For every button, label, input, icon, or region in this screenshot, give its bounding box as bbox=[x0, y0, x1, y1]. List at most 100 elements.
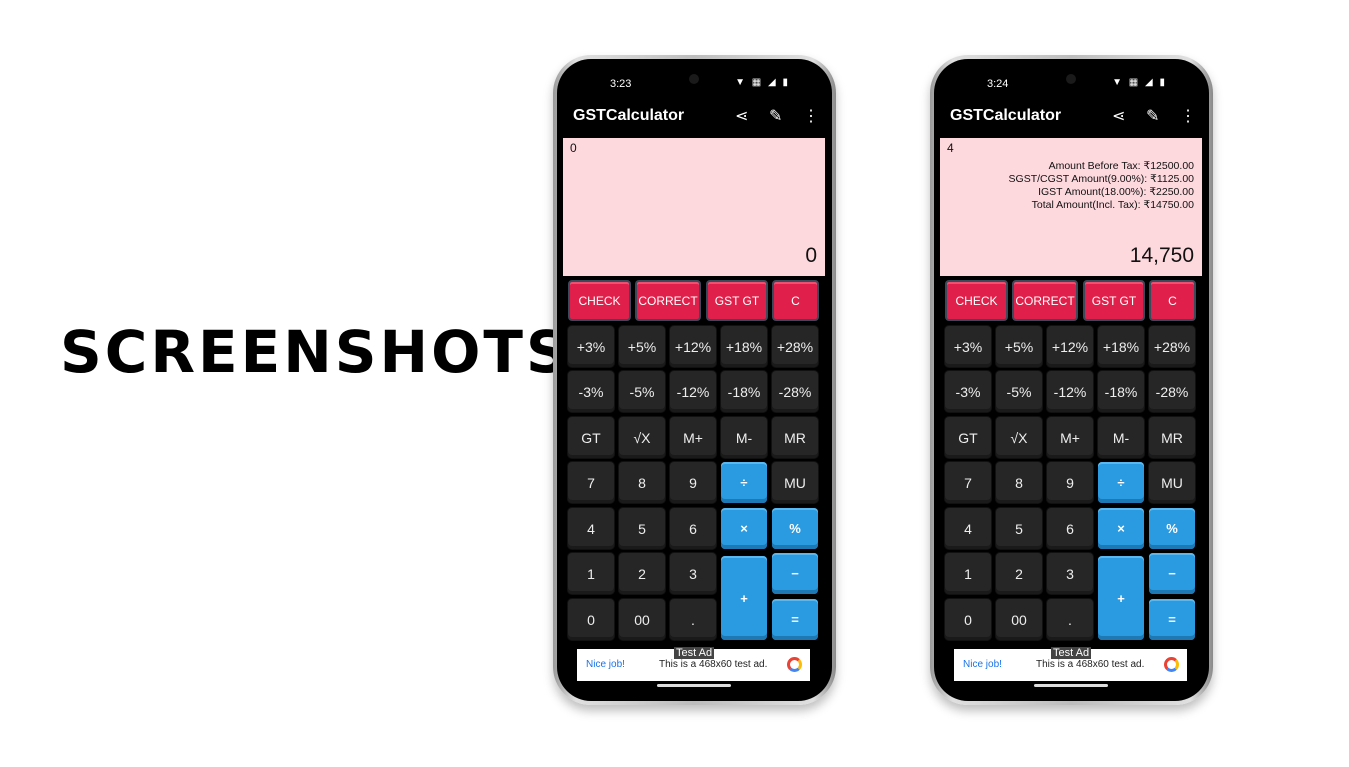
key-button[interactable]: 1 bbox=[568, 553, 614, 594]
key-button[interactable]: +12% bbox=[1047, 326, 1093, 367]
key-button[interactable]: 5 bbox=[619, 508, 665, 549]
app-screen: 3:23 ▼ ▦ ◢ ▮ GSTCalculator ⋖ ✎ ⋮ 0 0 CHECK CORREC… bbox=[562, 64, 826, 696]
button-correct[interactable]: CORRECT bbox=[1012, 280, 1078, 321]
test-ad-label: Test Ad bbox=[674, 647, 715, 659]
key-button[interactable]: 0 bbox=[945, 599, 991, 640]
app-title: GSTCalculator bbox=[950, 107, 1062, 124]
ad-nice-job[interactable]: Nice job! bbox=[586, 659, 625, 670]
calculator-display: 4 Amount Before Tax: ₹12500.00 SGST/CGST A… bbox=[940, 138, 1202, 276]
key-button[interactable]: × bbox=[1098, 508, 1144, 549]
key-button[interactable]: MR bbox=[772, 417, 818, 458]
key-button[interactable]: 3 bbox=[670, 553, 716, 594]
expression-text: 0 bbox=[570, 141, 577, 155]
key-button[interactable]: +3% bbox=[945, 326, 991, 367]
more-vert-icon[interactable]: ⋮ bbox=[1180, 106, 1196, 126]
key-button[interactable]: 5 bbox=[996, 508, 1042, 549]
key-button[interactable]: +12% bbox=[670, 326, 716, 367]
key-button[interactable]: -3% bbox=[568, 371, 614, 412]
home-indicator[interactable] bbox=[1034, 684, 1108, 687]
phone-frame: 3:23 ▼ ▦ ◢ ▮ GSTCalculator ⋖ ✎ ⋮ 0 0 CHECK CORREC… bbox=[553, 55, 836, 705]
status-icons: ▼ ▦ ◢ ▮ bbox=[735, 77, 790, 88]
button-c[interactable]: C bbox=[1149, 280, 1196, 321]
key-button[interactable]: 00 bbox=[619, 599, 665, 640]
key-button[interactable]: ÷ bbox=[1098, 462, 1144, 503]
button-gst-gt[interactable]: GST GT bbox=[706, 280, 768, 321]
feedback-icon[interactable]: ✎ bbox=[1146, 106, 1159, 126]
key-button[interactable]: 0 bbox=[568, 599, 614, 640]
ad-nice-job[interactable]: Nice job! bbox=[963, 659, 1002, 670]
share-icon[interactable]: ⋖ bbox=[735, 106, 748, 126]
key-button[interactable]: -18% bbox=[721, 371, 767, 412]
button-c[interactable]: C bbox=[772, 280, 819, 321]
key-button[interactable]: +3% bbox=[568, 326, 614, 367]
more-vert-icon[interactable]: ⋮ bbox=[803, 106, 819, 126]
key-button[interactable]: √X bbox=[619, 417, 665, 458]
key-button[interactable]: -28% bbox=[772, 371, 818, 412]
share-icon[interactable]: ⋖ bbox=[1112, 106, 1125, 126]
key-button[interactable]: 00 bbox=[996, 599, 1042, 640]
ad-logo-icon bbox=[787, 657, 802, 672]
button-gst-gt[interactable]: GST GT bbox=[1083, 280, 1145, 321]
button-check[interactable]: CHECK bbox=[945, 280, 1008, 321]
key-button[interactable]: 4 bbox=[568, 508, 614, 549]
key-button[interactable]: 6 bbox=[670, 508, 716, 549]
key-button[interactable]: M+ bbox=[1047, 417, 1093, 458]
key-button[interactable]: = bbox=[1149, 599, 1195, 640]
key-button[interactable]: 8 bbox=[619, 462, 665, 503]
key-button[interactable]: -5% bbox=[996, 371, 1042, 412]
key-button[interactable]: +18% bbox=[721, 326, 767, 367]
key-button[interactable]: +5% bbox=[619, 326, 665, 367]
key-button[interactable]: 4 bbox=[945, 508, 991, 549]
key-button[interactable]: 7 bbox=[568, 462, 614, 503]
key-button[interactable]: + bbox=[1098, 556, 1144, 640]
key-button[interactable]: 3 bbox=[1047, 553, 1093, 594]
key-button[interactable]: -12% bbox=[1047, 371, 1093, 412]
key-button[interactable]: 6 bbox=[1047, 508, 1093, 549]
key-button[interactable]: +28% bbox=[1149, 326, 1195, 367]
key-button[interactable]: 9 bbox=[670, 462, 716, 503]
screenshots-headline: SCREENSHOTS bbox=[60, 318, 571, 386]
key-button[interactable]: +5% bbox=[996, 326, 1042, 367]
key-button[interactable]: % bbox=[1149, 508, 1195, 549]
key-button[interactable]: 7 bbox=[945, 462, 991, 503]
home-indicator[interactable] bbox=[657, 684, 731, 687]
key-button[interactable]: M- bbox=[1098, 417, 1144, 458]
result-value: 14,750 bbox=[1129, 244, 1194, 267]
key-button[interactable]: 1 bbox=[945, 553, 991, 594]
key-button[interactable]: -3% bbox=[945, 371, 991, 412]
key-button[interactable]: 2 bbox=[996, 553, 1042, 594]
button-correct[interactable]: CORRECT bbox=[635, 280, 701, 321]
key-button[interactable]: GT bbox=[568, 417, 614, 458]
key-button[interactable]: − bbox=[772, 553, 818, 594]
key-button[interactable]: +28% bbox=[772, 326, 818, 367]
button-check[interactable]: CHECK bbox=[568, 280, 631, 321]
key-button[interactable]: -28% bbox=[1149, 371, 1195, 412]
key-button[interactable]: 8 bbox=[996, 462, 1042, 503]
key-button[interactable]: × bbox=[721, 508, 767, 549]
feedback-icon[interactable]: ✎ bbox=[769, 106, 782, 126]
key-button[interactable]: 9 bbox=[1047, 462, 1093, 503]
key-button[interactable]: M- bbox=[721, 417, 767, 458]
key-button[interactable]: 2 bbox=[619, 553, 665, 594]
key-button[interactable]: = bbox=[772, 599, 818, 640]
key-button[interactable]: % bbox=[772, 508, 818, 549]
key-button[interactable]: GT bbox=[945, 417, 991, 458]
key-button[interactable]: − bbox=[1149, 553, 1195, 594]
key-button[interactable]: MU bbox=[1149, 462, 1195, 503]
key-button[interactable]: MR bbox=[1149, 417, 1195, 458]
key-button[interactable]: -12% bbox=[670, 371, 716, 412]
key-button[interactable]: M+ bbox=[670, 417, 716, 458]
key-button[interactable]: -18% bbox=[1098, 371, 1144, 412]
key-button[interactable]: . bbox=[1047, 599, 1093, 640]
key-button[interactable]: √X bbox=[996, 417, 1042, 458]
gst-detail-line: Total Amount(Incl. Tax): ₹14750.00 bbox=[1031, 199, 1194, 211]
key-button[interactable]: . bbox=[670, 599, 716, 640]
result-value: 0 bbox=[805, 244, 817, 267]
key-button[interactable]: + bbox=[721, 556, 767, 640]
key-button[interactable]: -5% bbox=[619, 371, 665, 412]
key-button[interactable]: MU bbox=[772, 462, 818, 503]
key-button[interactable]: +18% bbox=[1098, 326, 1144, 367]
calculator-display: 00 bbox=[563, 138, 825, 276]
key-button[interactable]: ÷ bbox=[721, 462, 767, 503]
status-time: 3:24 bbox=[987, 78, 1009, 90]
